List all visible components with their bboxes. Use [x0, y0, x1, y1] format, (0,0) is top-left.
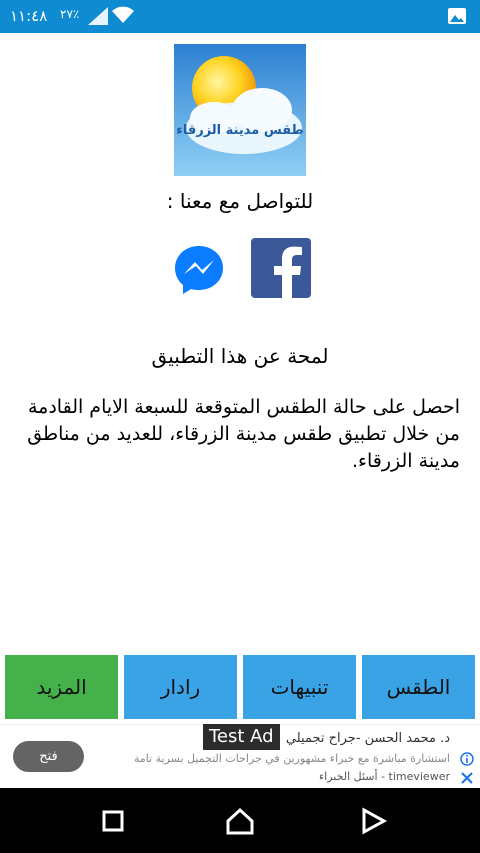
test-ad-badge: Test Ad [203, 724, 280, 750]
recent-apps-icon[interactable] [98, 806, 128, 836]
tab-more[interactable]: المزيد [5, 655, 118, 719]
battery-label: ٢٧٪ [60, 7, 80, 21]
status-bar: ١١:٤٨ ٢٧٪ [0, 0, 480, 33]
navigation-bar [0, 788, 480, 853]
contact-title: للتواصل مع معنا : [166, 189, 314, 213]
about-text: احصل على حالة الطقس المتوقعة للسبعة الاي… [27, 396, 460, 472]
ad-source: timeviewer - أسئل الخبراء [319, 770, 450, 783]
close-icon[interactable] [460, 771, 474, 785]
tab-weather[interactable]: الطقس [362, 655, 475, 719]
ad-open-button[interactable]: فتح [13, 741, 84, 772]
about-title: لمحة عن هذا التطبيق [151, 344, 329, 368]
ad-title[interactable]: د. محمد الحسن -جراح تجميلي [286, 731, 450, 746]
signal-icon [88, 7, 108, 25]
messenger-icon[interactable] [173, 244, 225, 296]
facebook-icon[interactable] [251, 238, 311, 298]
status-time: ١١:٤٨ [10, 7, 48, 25]
tab-alerts[interactable]: تنبيهات [243, 655, 356, 719]
app-logo-text: طقس مدينة الزرقاء [176, 123, 304, 138]
home-icon[interactable] [225, 806, 255, 836]
app-logo: طقس مدينة الزرقاء [174, 44, 306, 176]
info-icon[interactable] [460, 752, 474, 766]
image-notification-icon [448, 8, 466, 24]
ad-description: استشارة مباشرة مع خبراء مشهورين في جراحا… [133, 752, 450, 765]
back-icon[interactable] [358, 806, 388, 836]
wifi-icon [112, 6, 134, 23]
bottom-tabs: الطقس تنبيهات رادار المزيد [5, 655, 475, 719]
tab-radar[interactable]: رادار [124, 655, 237, 719]
